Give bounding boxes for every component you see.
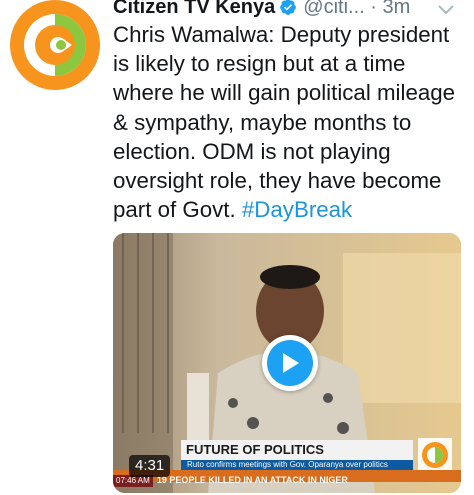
video-player[interactable]: FUTURE OF POLITICS Ruto confirms meeting…	[113, 233, 461, 493]
citizen-tv-avatar[interactable]	[10, 0, 100, 90]
ticker-text: 19 PEOPLE KILLED IN AN ATTACK IN NIGER	[156, 475, 348, 485]
handle[interactable]: @citi...	[303, 0, 364, 20]
verified-badge-icon	[280, 0, 297, 15]
chevron-down-icon[interactable]	[438, 4, 454, 16]
lower-third-subtitle: Ruto confirms meetings with Gov. Oparany…	[181, 460, 413, 470]
channel-logo-icon	[418, 438, 452, 472]
tweet-text: Chris Wamalwa: Deputy president is likel…	[113, 20, 463, 224]
play-circle	[267, 340, 313, 386]
display-name[interactable]: Citizen TV Kenya	[113, 0, 275, 20]
separator: ·	[370, 0, 377, 18]
lower-third-title: FUTURE OF POLITICS	[181, 440, 413, 460]
play-button[interactable]	[262, 335, 318, 391]
tweet-body: Chris Wamalwa: Deputy president is likel…	[113, 22, 456, 223]
video-duration: 4:31	[129, 455, 171, 477]
hashtag-link[interactable]: #DayBreak	[242, 197, 352, 222]
play-icon	[283, 353, 299, 373]
timestamp[interactable]: 3m	[382, 0, 410, 20]
tweet-header: Citizen TV Kenya @citi... · 3m	[113, 0, 474, 20]
